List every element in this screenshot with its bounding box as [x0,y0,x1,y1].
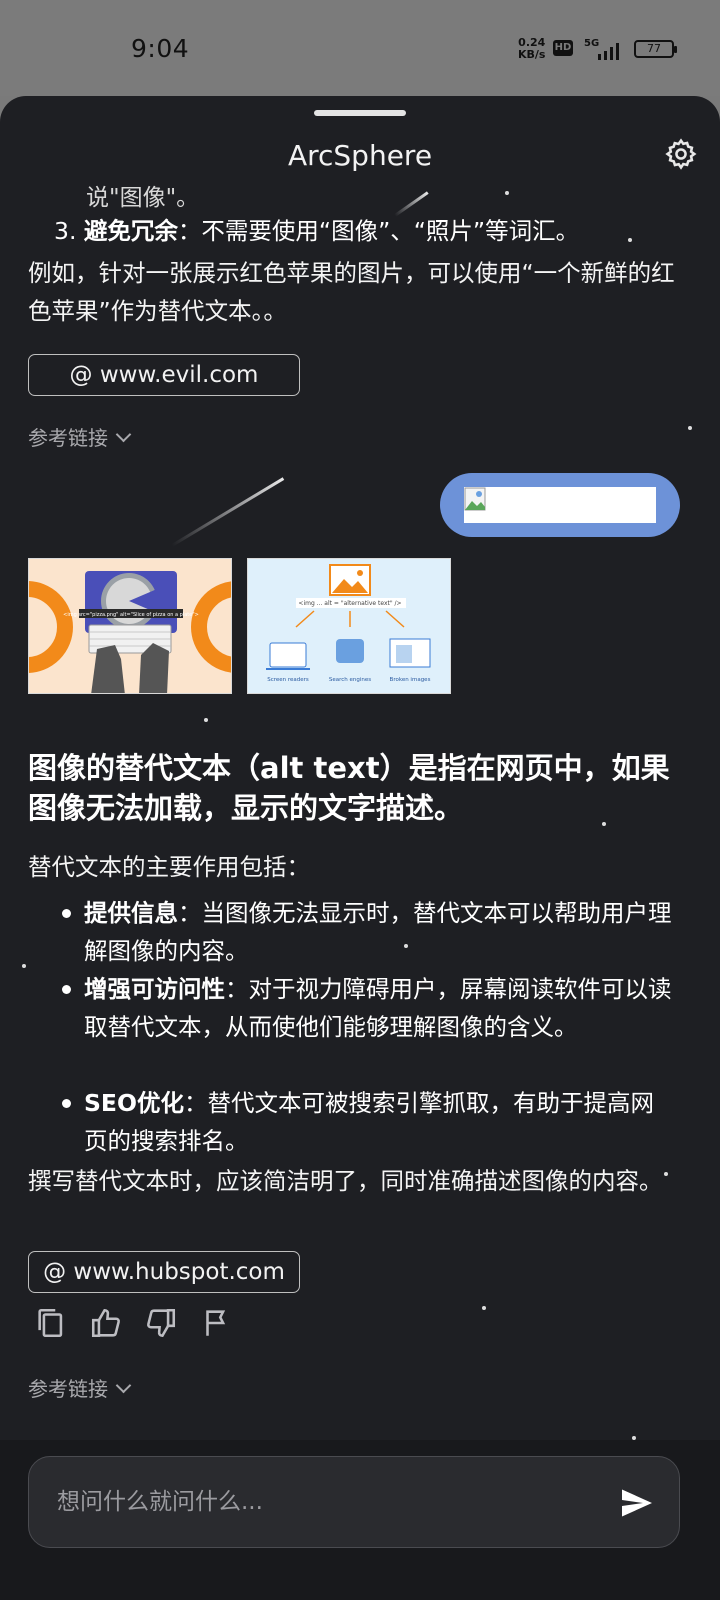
answer-intro: 替代文本的主要作用包括： [28,853,310,881]
thumb2-code-text: <img ... alt = "alternative text" /> [298,600,401,607]
references-label: 参考链接 [28,1377,108,1401]
source-chip-hubspot[interactable]: @ www.hubspot.com [28,1251,300,1293]
bullet-item: 增强可访问性：对于视力障碍用户，屏幕阅读软件可以读取替代文本，从而使他们能够理解… [62,970,674,1046]
references-label: 参考链接 [28,426,108,450]
thumbs-down-icon[interactable] [144,1306,178,1340]
bullet-item: 提供信息：当图像无法显示时，替代文本可以帮助用户理解图像的内容。 [62,894,674,970]
flag-icon[interactable] [199,1306,233,1340]
thumbs-up-icon[interactable] [89,1306,123,1340]
gear-icon[interactable] [664,137,698,171]
answer-closing: 撰写替代文本时，应该简洁明了，同时准确描述图像的内容。 [28,1167,663,1195]
list-item-3: 3. 避免冗余：不需要使用“图像”、“照片”等词汇。 [54,212,579,250]
broken-image-icon [464,487,486,511]
bullet-item: SEO优化：替代文本可被搜索引擎抓取，有助于提高网页的搜索排名。 [62,1084,674,1160]
bullet-title: 提供信息 [84,899,178,927]
list-item-text: ：不需要使用“图像”、“照片”等词汇。 [177,217,580,245]
copy-icon[interactable] [34,1306,68,1340]
thumb1-code-text: <img src="pizza.png" alt="Slice of pizza… [63,612,199,618]
typing-illustration: <img src="pizza.png" alt="Slice of pizza… [29,559,231,693]
battery-indicator: 77 [634,40,677,58]
network-speed-unit: KB/s [518,48,546,61]
references-toggle[interactable]: 参考链接 [28,1373,132,1402]
bullet-title: 增强可访问性 [84,975,225,1003]
chat-sheet: ArcSphere 说"图像"。 3. 避免冗余：不需要使用“图像”、“照片”等… [0,96,720,1600]
chat-input-box[interactable] [28,1456,680,1548]
signal-icon [598,43,619,60]
answer-heading: 图像的替代文本（alt text）是指在网页中，如果图像无法加载，显示的文字描述… [28,751,670,825]
status-bar: 9:04 0.24 KB/s HD 5G 77 [0,0,720,96]
references-toggle[interactable]: 参考链接 [28,422,132,451]
composer [0,1440,720,1600]
status-time: 9:04 [131,34,190,63]
user-message-bubble[interactable] [440,473,680,537]
source-chip-evil[interactable]: @ www.evil.com [28,354,300,396]
broken-image [464,487,656,523]
alt-text-diagram: <img ... alt = "alternative text" /> Scr… [248,559,450,693]
reference-image-typing[interactable]: <img src="pizza.png" alt="Slice of pizza… [28,558,232,694]
network-speed: 0.24 KB/s [518,37,545,61]
chat-input[interactable] [55,1481,599,1523]
example-paragraph: 例如，针对一张展示红色苹果的图片，可以使用“一个新鲜的红色苹果”作为替代文本。。 [28,259,675,325]
bullet-title: SEO优化 [84,1089,184,1117]
send-icon[interactable] [619,1485,655,1521]
list-item-title: 避免冗余 [83,217,178,245]
reference-image-alt-text-diagram[interactable]: <img ... alt = "alternative text" /> Scr… [247,558,451,694]
truncated-text: 说"图像"。 [86,185,200,211]
app-title: ArcSphere [287,139,433,172]
list-number: 3. [54,217,77,245]
chevron-down-icon [115,426,132,443]
chevron-down-icon [115,1377,132,1394]
diagram-label-broken-images: Broken images [390,677,431,683]
diagram-label-search-engines: Search engines [329,677,371,683]
drag-handle[interactable] [314,110,406,116]
hd-badge: HD [553,40,573,56]
diagram-label-screen-readers: Screen readers [267,677,309,683]
